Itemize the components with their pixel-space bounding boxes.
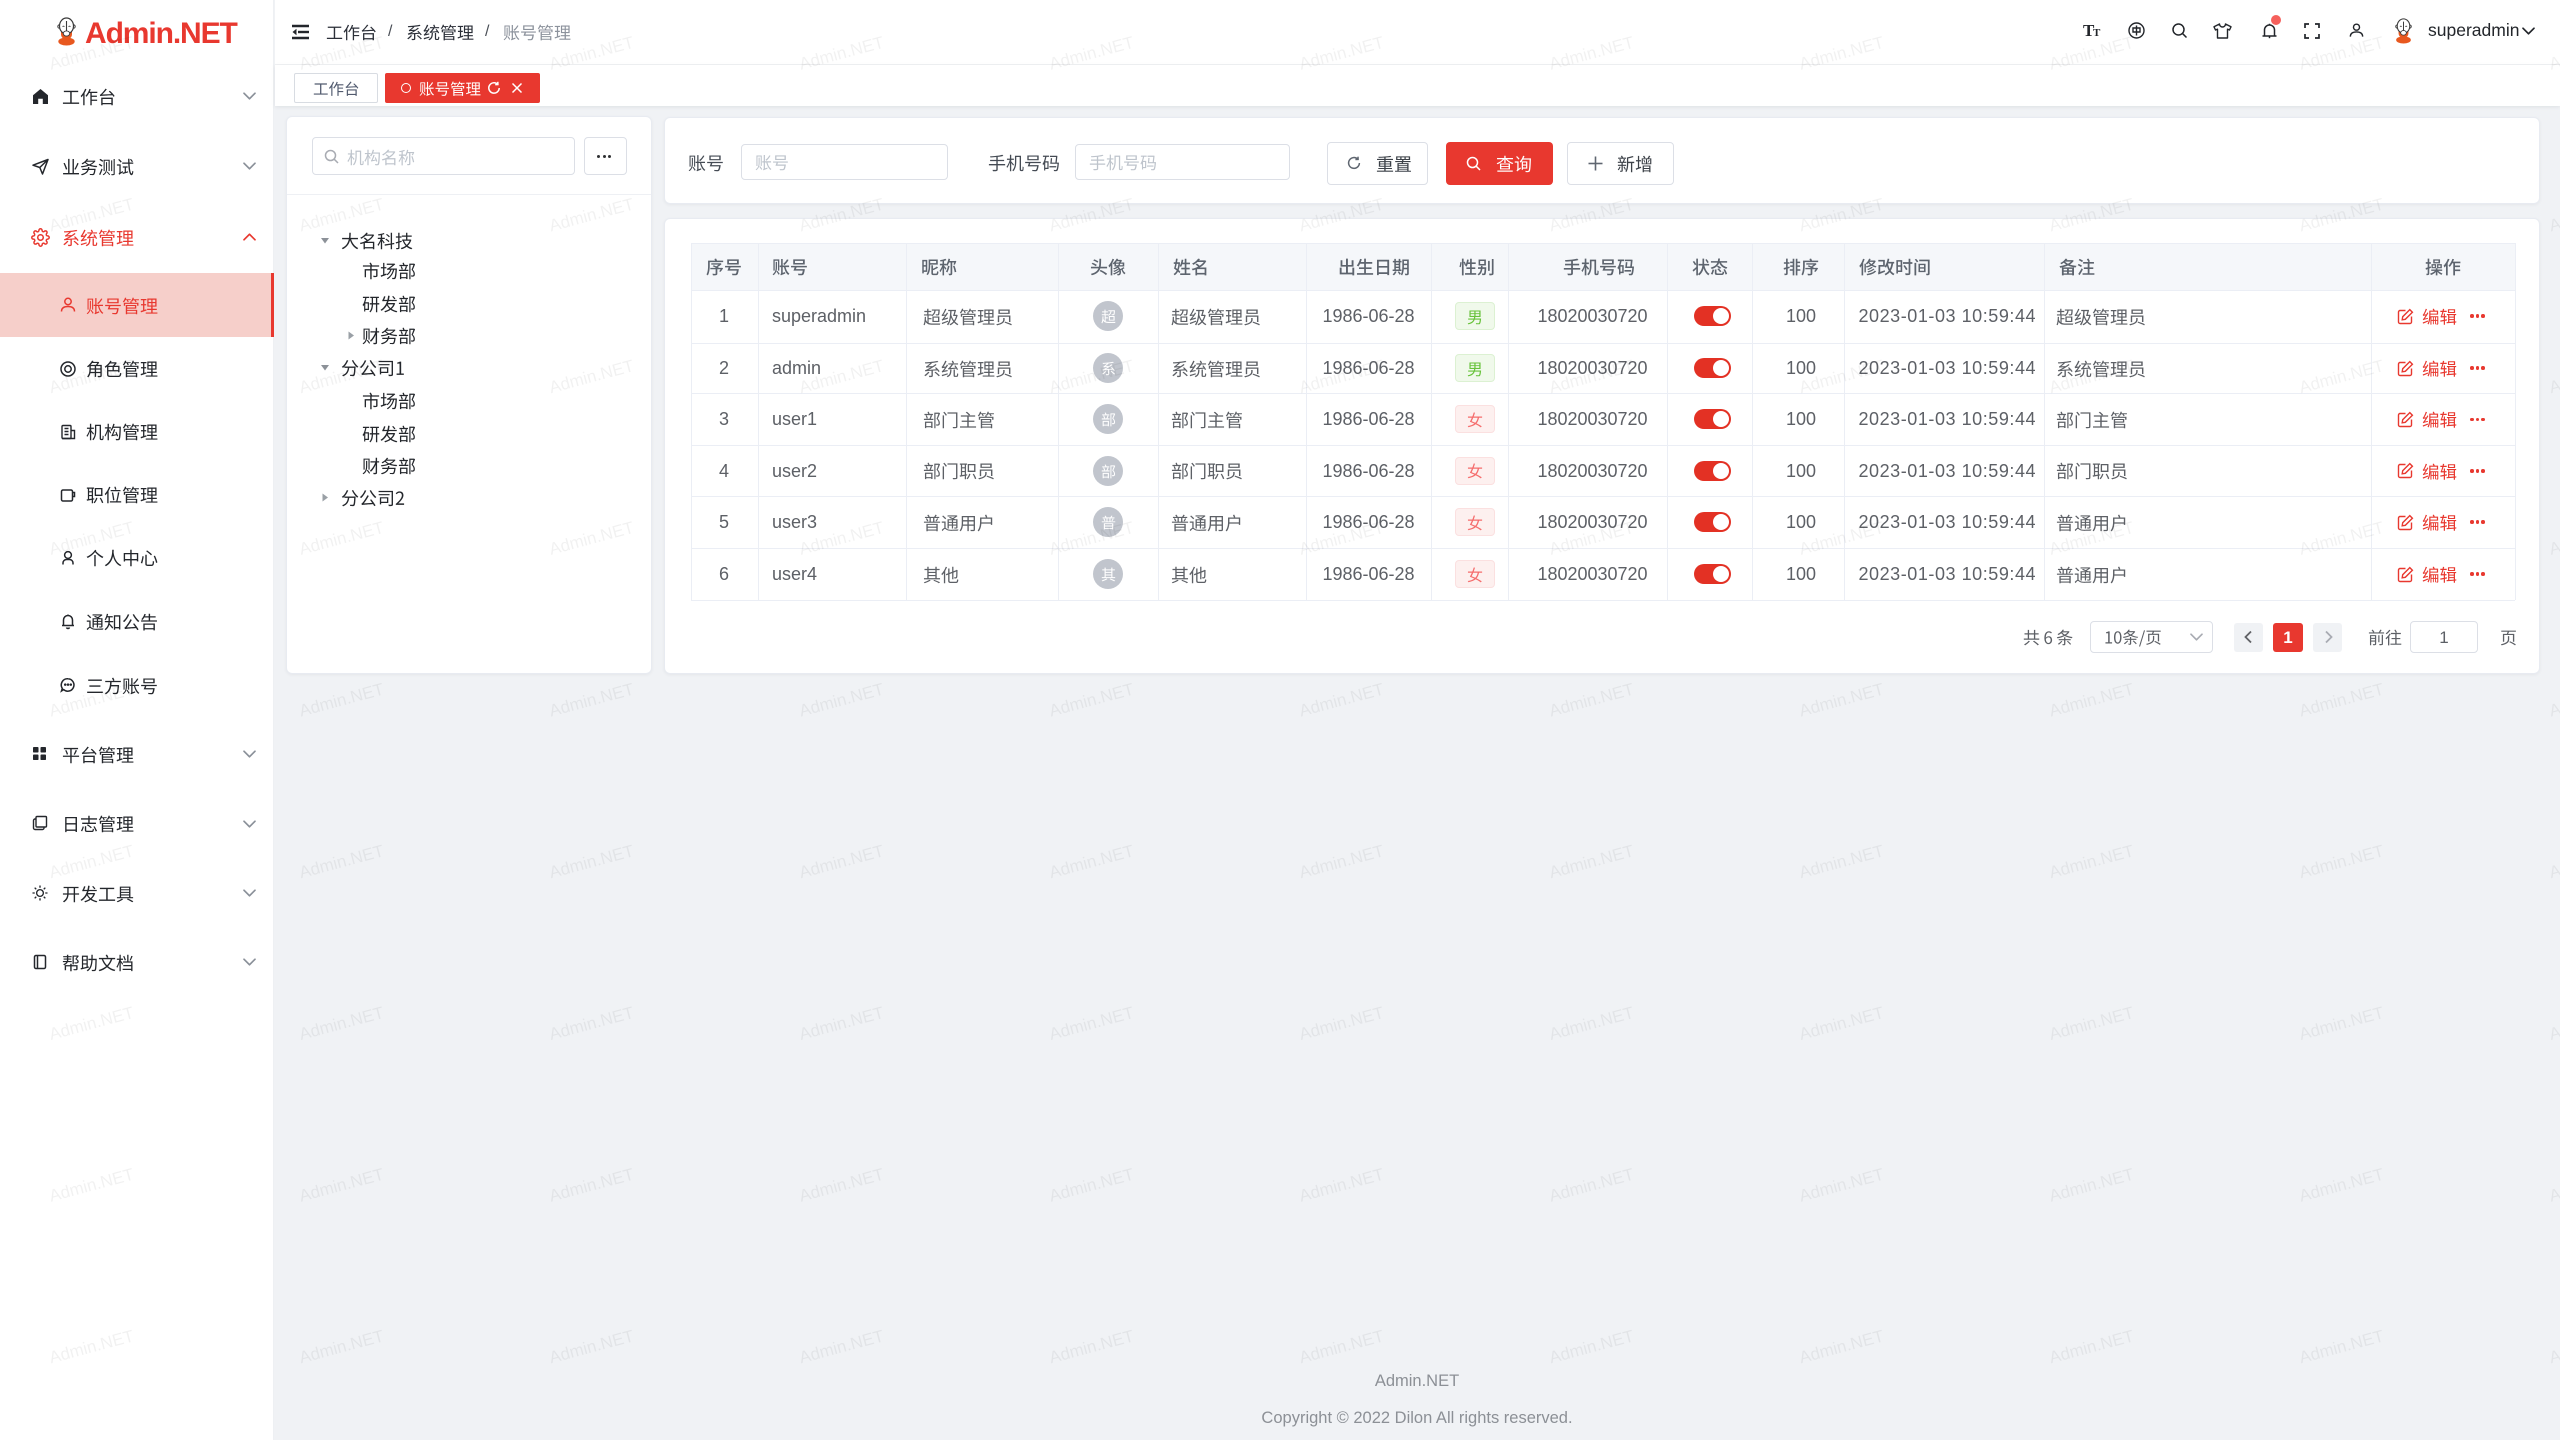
svg-text:Admin.NET: Admin.NET <box>1547 680 1636 721</box>
svg-text:Admin.NET: Admin.NET <box>297 680 386 721</box>
svg-text:Admin.NET: Admin.NET <box>1797 841 1886 882</box>
svg-text:Admin.NET: Admin.NET <box>797 1165 886 1206</box>
svg-text:Admin.NET: Admin.NET <box>547 1165 636 1206</box>
svg-text:Admin.NET: Admin.NET <box>2297 1326 2386 1367</box>
svg-text:Admin.NET: Admin.NET <box>1297 680 1386 721</box>
svg-text:Admin.NET: Admin.NET <box>1797 1326 1886 1367</box>
svg-text:Admin.NET: Admin.NET <box>2047 841 2136 882</box>
svg-text:Admin.NET: Admin.NET <box>1547 1326 1636 1367</box>
svg-text:Admin.NET: Admin.NET <box>2297 1165 2386 1206</box>
svg-text:Admin.NET: Admin.NET <box>2547 1165 2560 1206</box>
svg-text:T: T <box>2093 27 2101 39</box>
svg-text:Admin.NET: Admin.NET <box>1047 1326 1136 1367</box>
svg-text:Admin.NET: Admin.NET <box>2047 680 2136 721</box>
svg-text:Admin.NET: Admin.NET <box>297 1165 386 1206</box>
svg-text:Admin.NET: Admin.NET <box>1297 1326 1386 1367</box>
svg-text:Admin.NET: Admin.NET <box>2547 1003 2560 1044</box>
svg-text:Admin.NET: Admin.NET <box>2297 1003 2386 1044</box>
svg-text:Admin.NET: Admin.NET <box>2297 680 2386 721</box>
svg-text:Admin.NET: Admin.NET <box>1797 1003 1886 1044</box>
svg-text:Admin.NET: Admin.NET <box>1297 841 1386 882</box>
svg-text:Admin.NET: Admin.NET <box>547 1003 636 1044</box>
svg-text:Admin.NET: Admin.NET <box>1547 1165 1636 1206</box>
svg-text:Admin.NET: Admin.NET <box>797 841 886 882</box>
svg-text:Admin.NET: Admin.NET <box>2547 518 2560 559</box>
svg-text:Admin.NET: Admin.NET <box>1797 680 1886 721</box>
svg-text:Admin.NET: Admin.NET <box>1797 1165 1886 1206</box>
svg-text:Admin.NET: Admin.NET <box>2547 1326 2560 1367</box>
svg-text:Admin.NET: Admin.NET <box>2547 680 2560 721</box>
svg-text:Admin.NET: Admin.NET <box>2547 356 2560 397</box>
svg-text:Admin.NET: Admin.NET <box>547 841 636 882</box>
svg-text:Admin.NET: Admin.NET <box>2047 1165 2136 1206</box>
svg-text:Admin.NET: Admin.NET <box>1047 1165 1136 1206</box>
svg-text:Admin.NET: Admin.NET <box>297 1003 386 1044</box>
svg-text:Admin.NET: Admin.NET <box>797 1003 886 1044</box>
svg-text:Admin.NET: Admin.NET <box>1047 680 1136 721</box>
svg-text:Admin.NET: Admin.NET <box>2547 195 2560 236</box>
svg-text:Admin.NET: Admin.NET <box>797 680 886 721</box>
svg-text:Admin.NET: Admin.NET <box>2047 1003 2136 1044</box>
svg-text:Admin.NET: Admin.NET <box>1047 1003 1136 1044</box>
svg-text:Admin.NET: Admin.NET <box>2047 1326 2136 1367</box>
svg-text:Admin.NET: Admin.NET <box>2297 841 2386 882</box>
svg-text:Admin.NET: Admin.NET <box>547 680 636 721</box>
svg-text:Admin.NET: Admin.NET <box>1297 1165 1386 1206</box>
svg-text:Admin.NET: Admin.NET <box>297 841 386 882</box>
svg-text:Admin.NET: Admin.NET <box>1047 841 1136 882</box>
svg-text:Admin.NET: Admin.NET <box>297 1326 386 1367</box>
svg-text:Admin.NET: Admin.NET <box>797 1326 886 1367</box>
svg-text:Admin.NET: Admin.NET <box>1547 841 1636 882</box>
svg-text:Admin.NET: Admin.NET <box>1547 1003 1636 1044</box>
svg-text:Admin.NET: Admin.NET <box>2547 841 2560 882</box>
svg-text:Admin.NET: Admin.NET <box>547 1326 636 1367</box>
svg-text:Admin.NET: Admin.NET <box>1297 1003 1386 1044</box>
